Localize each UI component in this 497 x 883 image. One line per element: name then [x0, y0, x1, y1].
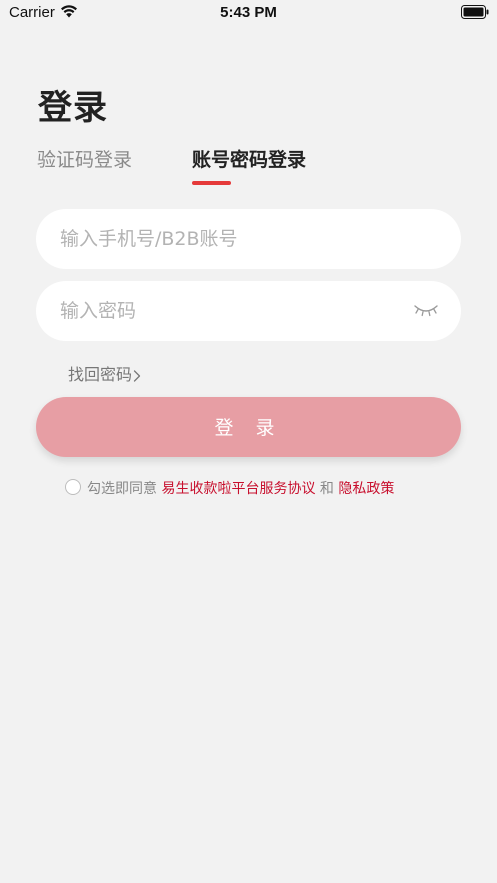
chevron-right-icon — [133, 369, 141, 382]
agreement-checkbox[interactable] — [65, 479, 81, 495]
agreement-prefix: 勾选即同意 — [87, 481, 157, 497]
agreement-and: 和 — [319, 481, 334, 497]
eye-closed-icon[interactable] — [413, 302, 439, 318]
password-input[interactable] — [60, 281, 420, 341]
account-field — [36, 209, 461, 269]
service-agreement-link[interactable]: 易生收款啦平台服务协议 — [161, 481, 315, 497]
page-title: 登录 — [38, 88, 108, 128]
forgot-password-label: 找回密码 — [68, 365, 133, 384]
active-tab-indicator — [192, 181, 231, 185]
status-time: 5:43 PM — [220, 4, 277, 21]
login-button[interactable]: 登 录 — [36, 397, 461, 457]
password-field — [36, 281, 461, 341]
battery-icon — [461, 5, 489, 19]
agreement-row: 勾选即同意 易生收款啦平台服务协议 和 隐私政策 — [65, 478, 394, 498]
tab-password-login[interactable]: 账号密码登录 — [192, 145, 306, 172]
account-input[interactable] — [60, 209, 420, 269]
status-bar: Carrier 5:43 PM — [0, 0, 497, 26]
privacy-policy-link[interactable]: 隐私政策 — [338, 481, 394, 497]
forgot-password-link[interactable]: 找回密码 — [68, 361, 141, 385]
tab-sms-login[interactable]: 验证码登录 — [37, 145, 132, 172]
